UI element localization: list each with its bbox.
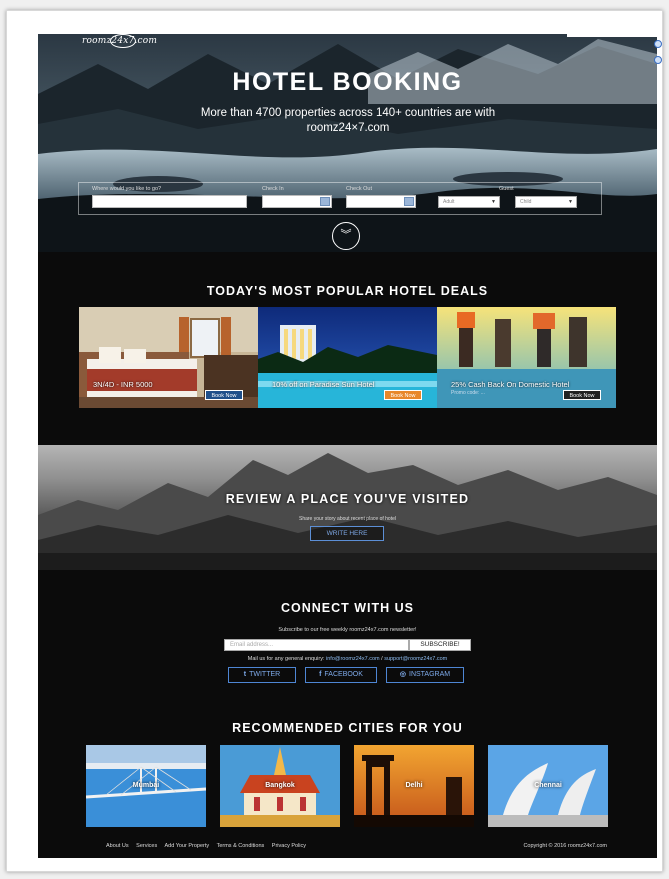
mountain-range-image <box>38 453 657 570</box>
write-review-button[interactable]: WRITE HERE <box>310 526 384 541</box>
city-name: Mumbai <box>132 782 160 789</box>
deal-caption: 25% Cash Back On Domestic Hotel <box>451 380 570 389</box>
deal-card-3[interactable]: 25% Cash Back On Domestic Hotel Promo co… <box>437 307 616 408</box>
deal-promo-text: Promo code: ... <box>451 390 485 396</box>
book-now-button[interactable]: Book Now <box>384 390 422 400</box>
hero-title: HOTEL BOOKING <box>232 68 463 96</box>
info-email-link[interactable]: info@roomz24x7.com <box>326 656 380 662</box>
support-email-link[interactable]: support@roomz24x7.com <box>384 656 447 662</box>
city-name: Delhi <box>405 782 423 789</box>
city-card-chennai[interactable]: Chennai <box>488 745 608 827</box>
review-subtitle: Share your story about recent place of h… <box>298 516 396 522</box>
deal-caption: 10% off on Paradise Sun Hotel <box>272 380 375 389</box>
top-bar-accent <box>567 34 657 37</box>
city-card-mumbai[interactable]: Mumbai <box>86 745 206 827</box>
hero-subtitle: More than 4700 properties across 140+ co… <box>200 107 496 134</box>
web-page: roomz24x7.com HOTEL BOOKING More than 47… <box>38 34 657 858</box>
side-scroll-indicator[interactable] <box>654 40 662 48</box>
review-section-title: REVIEW A PLACE YOU'VE VISITED <box>225 492 470 506</box>
deal-card-2[interactable]: 10% off on Paradise Sun Hotel Book Now <box>258 307 437 408</box>
book-now-button[interactable]: Book Now <box>563 390 601 400</box>
copyright-text: Copyright © 2016 roomz24x7.com <box>523 843 607 849</box>
facebook-icon: f <box>319 671 322 678</box>
scroll-down-button[interactable]: ︾ <box>332 222 360 250</box>
book-now-button[interactable]: Book Now <box>205 390 243 400</box>
hotel-search-form: Where would you like to go? Check In Che… <box>78 182 602 215</box>
review-section: REVIEW A PLACE YOU'VE VISITED Share your… <box>38 445 657 570</box>
city-card-delhi[interactable]: Delhi <box>354 745 474 827</box>
deal-card-1[interactable]: 3N/4D - INR 5000 Book Now <box>79 307 258 408</box>
mail-separator: / <box>381 656 383 662</box>
hero-landscape-image <box>38 34 657 252</box>
destination-label: Where would you like to go? <box>92 186 162 192</box>
instagram-button[interactable]: ◎ INSTAGRAM <box>386 667 464 683</box>
connect-section-title: CONNECT WITH US <box>280 601 415 615</box>
city-name: Chennai <box>534 782 562 789</box>
facebook-button[interactable]: f FACEBOOK <box>305 667 377 683</box>
checkout-label: Check Out <box>346 186 372 192</box>
dropdown-arrow-icon: ▼ <box>491 199 496 205</box>
footer-link-privacy[interactable]: Privacy Policy <box>272 843 306 849</box>
guest-label: Guest <box>499 186 514 192</box>
side-scroll-indicator[interactable] <box>654 56 662 64</box>
city-card-bangkok[interactable]: Bangkok <box>220 745 340 827</box>
twitter-icon: t <box>243 671 247 678</box>
deal-caption: 3N/4D - INR 5000 <box>93 380 153 389</box>
checkin-date-input[interactable] <box>262 195 332 208</box>
contact-email-line: Mail us for any general enquiry: info@ro… <box>38 656 657 662</box>
mail-prefix: Mail us for any general enquiry: <box>247 656 325 662</box>
calendar-icon[interactable] <box>404 197 414 206</box>
newsletter-email-input[interactable]: Email address... <box>224 639 409 651</box>
child-select[interactable]: Child ▼ <box>515 196 577 208</box>
instagram-icon: ◎ <box>399 671 406 678</box>
adult-select[interactable]: Adult ▼ <box>438 196 500 208</box>
footer-link-services[interactable]: Services <box>136 843 157 849</box>
city-name: Bangkok <box>265 782 295 789</box>
footer-link-about[interactable]: About Us <box>106 843 129 849</box>
checkin-label: Check In <box>262 186 284 192</box>
footer-link-terms[interactable]: Terms & Conditions <box>217 843 265 849</box>
dropdown-arrow-icon: ▼ <box>568 199 573 205</box>
hero-section: roomz24x7.com HOTEL BOOKING More than 47… <box>38 34 657 252</box>
twitter-button[interactable]: t TWITTER <box>228 667 296 683</box>
cities-section-title: RECOMMENDED CITIES FOR YOU <box>232 721 463 735</box>
deals-section-title: TODAY'S MOST POPULAR HOTEL DEALS <box>206 284 489 298</box>
footer-link-add-property[interactable]: Add Your Property <box>164 843 209 849</box>
logo-ring-icon <box>110 34 136 48</box>
calendar-icon[interactable] <box>320 197 330 206</box>
destination-input[interactable] <box>92 195 247 208</box>
subscribe-button[interactable]: SUBSCRIBE! <box>409 639 471 651</box>
newsletter-text: Subscribe to our free weekly roomz24x7.c… <box>278 627 417 633</box>
checkout-date-input[interactable] <box>346 195 416 208</box>
chevron-double-down-icon: ︾ <box>340 229 352 241</box>
footer-nav: About Us Services Add Your Property Term… <box>106 843 312 849</box>
